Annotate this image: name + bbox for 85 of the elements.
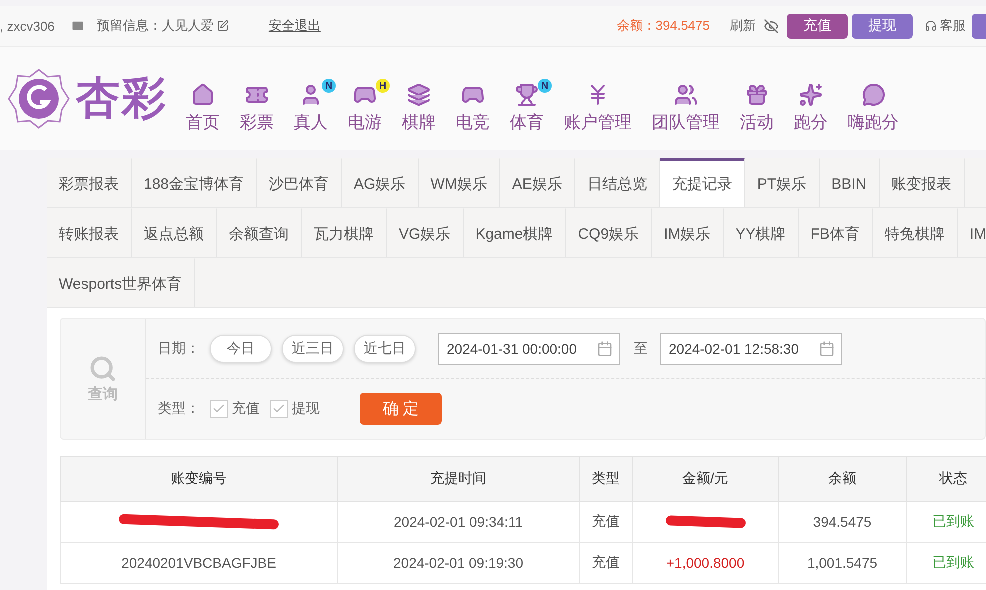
home-icon bbox=[191, 83, 215, 107]
column-header: 类型 bbox=[580, 456, 632, 502]
report-tab[interactable]: CQ9娱乐 bbox=[566, 208, 652, 257]
report-tab[interactable]: 转账报表 bbox=[47, 208, 132, 257]
report-tab[interactable]: AE娱乐 bbox=[500, 158, 576, 207]
nav-item[interactable]: 首页 bbox=[176, 83, 230, 134]
nav-item[interactable]: 跑分 bbox=[784, 83, 838, 134]
chat-bubble-icon bbox=[862, 83, 886, 107]
type-label: 类型： bbox=[158, 400, 200, 418]
nav-item[interactable]: 电竞 bbox=[446, 83, 500, 134]
eye-off-icon[interactable] bbox=[764, 18, 779, 34]
report-tab[interactable]: Wesports世界体育 bbox=[47, 258, 196, 307]
end-date-field[interactable]: 2024-02-01 12:58:30 bbox=[660, 332, 842, 364]
column-header: 余额 bbox=[778, 456, 906, 502]
balance: 余额：394.5475 bbox=[616, 17, 710, 35]
report-tab[interactable]: 沙巴体育 bbox=[257, 158, 342, 207]
nav-item[interactable]: 团队管理 bbox=[642, 83, 730, 134]
nav-item[interactable]: 活动 bbox=[730, 83, 784, 134]
table-cell: 394.5475 bbox=[778, 502, 906, 542]
report-tab[interactable]: PT娱乐 bbox=[745, 158, 820, 207]
report-tab[interactable]: Kgame棋牌 bbox=[464, 208, 566, 257]
calendar-icon[interactable] bbox=[597, 340, 613, 356]
to-label: 至 bbox=[634, 340, 648, 358]
table-cell: 20240201VBCBAGFJBE bbox=[60, 542, 338, 584]
logo-text: 杏彩 bbox=[76, 73, 168, 125]
column-header: 账变编号 bbox=[60, 456, 338, 502]
logout-link[interactable]: 安全退出 bbox=[268, 17, 321, 35]
table-cell: 1,001.5475 bbox=[778, 542, 906, 584]
report-tab[interactable]: AG娱乐 bbox=[342, 158, 419, 207]
withdraw-button[interactable]: 提现 bbox=[852, 14, 913, 38]
sparkle-icon bbox=[799, 83, 823, 107]
start-date-field[interactable]: 2024-01-31 00:00:00 bbox=[438, 332, 620, 364]
gift-icon bbox=[745, 83, 769, 107]
report-tab[interactable]: 返点总额 bbox=[132, 208, 217, 257]
trophy-icon bbox=[515, 83, 539, 107]
username: , zxcv306 bbox=[0, 18, 55, 34]
customer-service-link[interactable]: 客服 bbox=[940, 17, 966, 35]
report-tab[interactable]: 余额查询 bbox=[217, 208, 302, 257]
report-tab[interactable]: 账变报表 bbox=[880, 158, 965, 207]
nav-item[interactable]: 棋牌 bbox=[392, 83, 446, 134]
reserved-info: 预留信息：人见人爱 bbox=[96, 17, 214, 35]
quick-date-button[interactable]: 今日 bbox=[210, 334, 272, 362]
table-cell: 2024-02-01 09:19:30 bbox=[338, 542, 580, 584]
report-tab[interactable]: IM娱乐 bbox=[652, 208, 724, 257]
report-tab[interactable]: 特兔棋牌 bbox=[872, 208, 958, 257]
nav-item[interactable]: 账户管理 bbox=[554, 83, 642, 134]
quick-date-button[interactable]: 近七日 bbox=[354, 334, 416, 362]
refresh-link[interactable]: 刷新 bbox=[730, 17, 756, 35]
quick-date-button[interactable]: 近三日 bbox=[282, 334, 344, 362]
table-cell: +1,000.8000 bbox=[632, 542, 778, 584]
checkbox[interactable] bbox=[270, 400, 288, 418]
nav-item[interactable]: 彩票 bbox=[230, 83, 284, 134]
logo-emblem-icon bbox=[8, 68, 70, 130]
checkbox[interactable] bbox=[210, 400, 228, 418]
report-tab[interactable]: 188金宝博体育 bbox=[132, 158, 258, 207]
checkbox-label: 提现 bbox=[292, 400, 320, 418]
nav-badge: H bbox=[376, 79, 390, 93]
column-header: 金额/元 bbox=[632, 456, 778, 502]
search-label: 查询 bbox=[88, 384, 118, 404]
users-icon bbox=[674, 83, 698, 107]
date-label: 日期： bbox=[158, 340, 200, 358]
calendar-icon[interactable] bbox=[819, 340, 835, 356]
edit-icon[interactable] bbox=[216, 20, 229, 32]
report-tab[interactable]: 彩票报表 bbox=[47, 158, 132, 207]
table-cell: 2024-02-01 09:34:11 bbox=[338, 502, 580, 542]
nav-badge: N bbox=[322, 79, 336, 93]
menu-button[interactable] bbox=[972, 14, 986, 38]
report-tab[interactable]: IM bbox=[958, 208, 986, 257]
nav-badge: N bbox=[538, 79, 552, 93]
report-tab[interactable]: 瓦力棋牌 bbox=[302, 208, 387, 257]
table-cell: 充值 bbox=[580, 542, 632, 584]
search-icon bbox=[89, 354, 117, 382]
column-header: 状态 bbox=[906, 456, 986, 502]
report-tab[interactable]: 充提记录 bbox=[660, 158, 746, 207]
nav-item[interactable]: 嗨跑分 bbox=[838, 83, 909, 134]
report-tab[interactable]: BBIN bbox=[820, 158, 880, 207]
headset-icon bbox=[925, 20, 937, 32]
checkbox-label: 充值 bbox=[232, 400, 260, 418]
deposit-button[interactable]: 充值 bbox=[787, 14, 848, 38]
report-tab[interactable]: WM娱乐 bbox=[418, 158, 500, 207]
table-cell: 充值 bbox=[580, 502, 632, 542]
report-tab[interactable]: FB体育 bbox=[798, 208, 873, 257]
report-tab[interactable]: VG娱乐 bbox=[387, 208, 464, 257]
column-header: 充提时间 bbox=[338, 456, 580, 502]
report-tab[interactable]: YY棋牌 bbox=[724, 208, 799, 257]
